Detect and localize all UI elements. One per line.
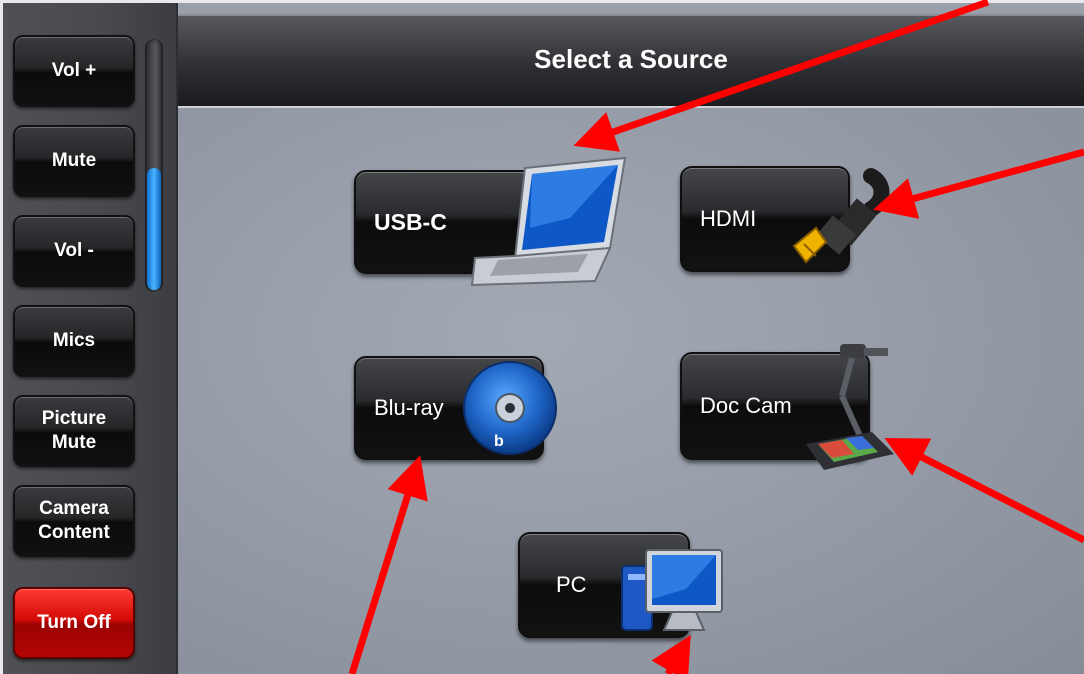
document-camera-icon	[806, 344, 894, 470]
mute-button[interactable]: Mute	[13, 125, 135, 197]
mute-label: Mute	[51, 150, 97, 171]
turn-off-label: Turn Off	[37, 612, 111, 633]
volume-level-fill	[147, 167, 161, 290]
mics-button[interactable]: Mics	[13, 305, 135, 377]
desktop-pc-icon	[621, 549, 723, 631]
picture-mute-button[interactable]: Picture Mute	[13, 395, 135, 467]
camera-content-label: Camera Content	[38, 498, 110, 543]
camera-content-button[interactable]: Camera Content	[13, 485, 135, 557]
bluray-disc-icon: b	[463, 361, 557, 455]
page-title: Select a Source	[534, 44, 728, 74]
svg-text:b: b	[494, 433, 504, 450]
hdmi-cable-icon	[792, 168, 890, 264]
volume-down-button[interactable]: Vol -	[13, 215, 135, 287]
picture-mute-label: Picture Mute	[41, 408, 107, 453]
mics-label: Mics	[52, 330, 96, 351]
source-pc-label: PC	[556, 572, 587, 597]
source-usb-c-label: USB-C	[374, 208, 447, 235]
source-hdmi-label: HDMI	[700, 206, 757, 231]
volume-slider[interactable]	[145, 39, 163, 292]
header-bar: Select a Source	[178, 14, 1084, 108]
laptop-icon	[470, 156, 627, 287]
turn-off-button[interactable]: Turn Off	[13, 587, 135, 659]
volume-up-label: Vol +	[51, 60, 97, 81]
volume-down-label: Vol -	[54, 240, 94, 261]
volume-up-button[interactable]: Vol +	[13, 35, 135, 107]
source-doc-cam-label: Doc Cam	[700, 393, 792, 418]
source-bluray-label: Blu-ray	[374, 395, 444, 420]
control-sidebar: Vol + Mute Vol - Mics Picture Mute Camer…	[3, 3, 178, 674]
